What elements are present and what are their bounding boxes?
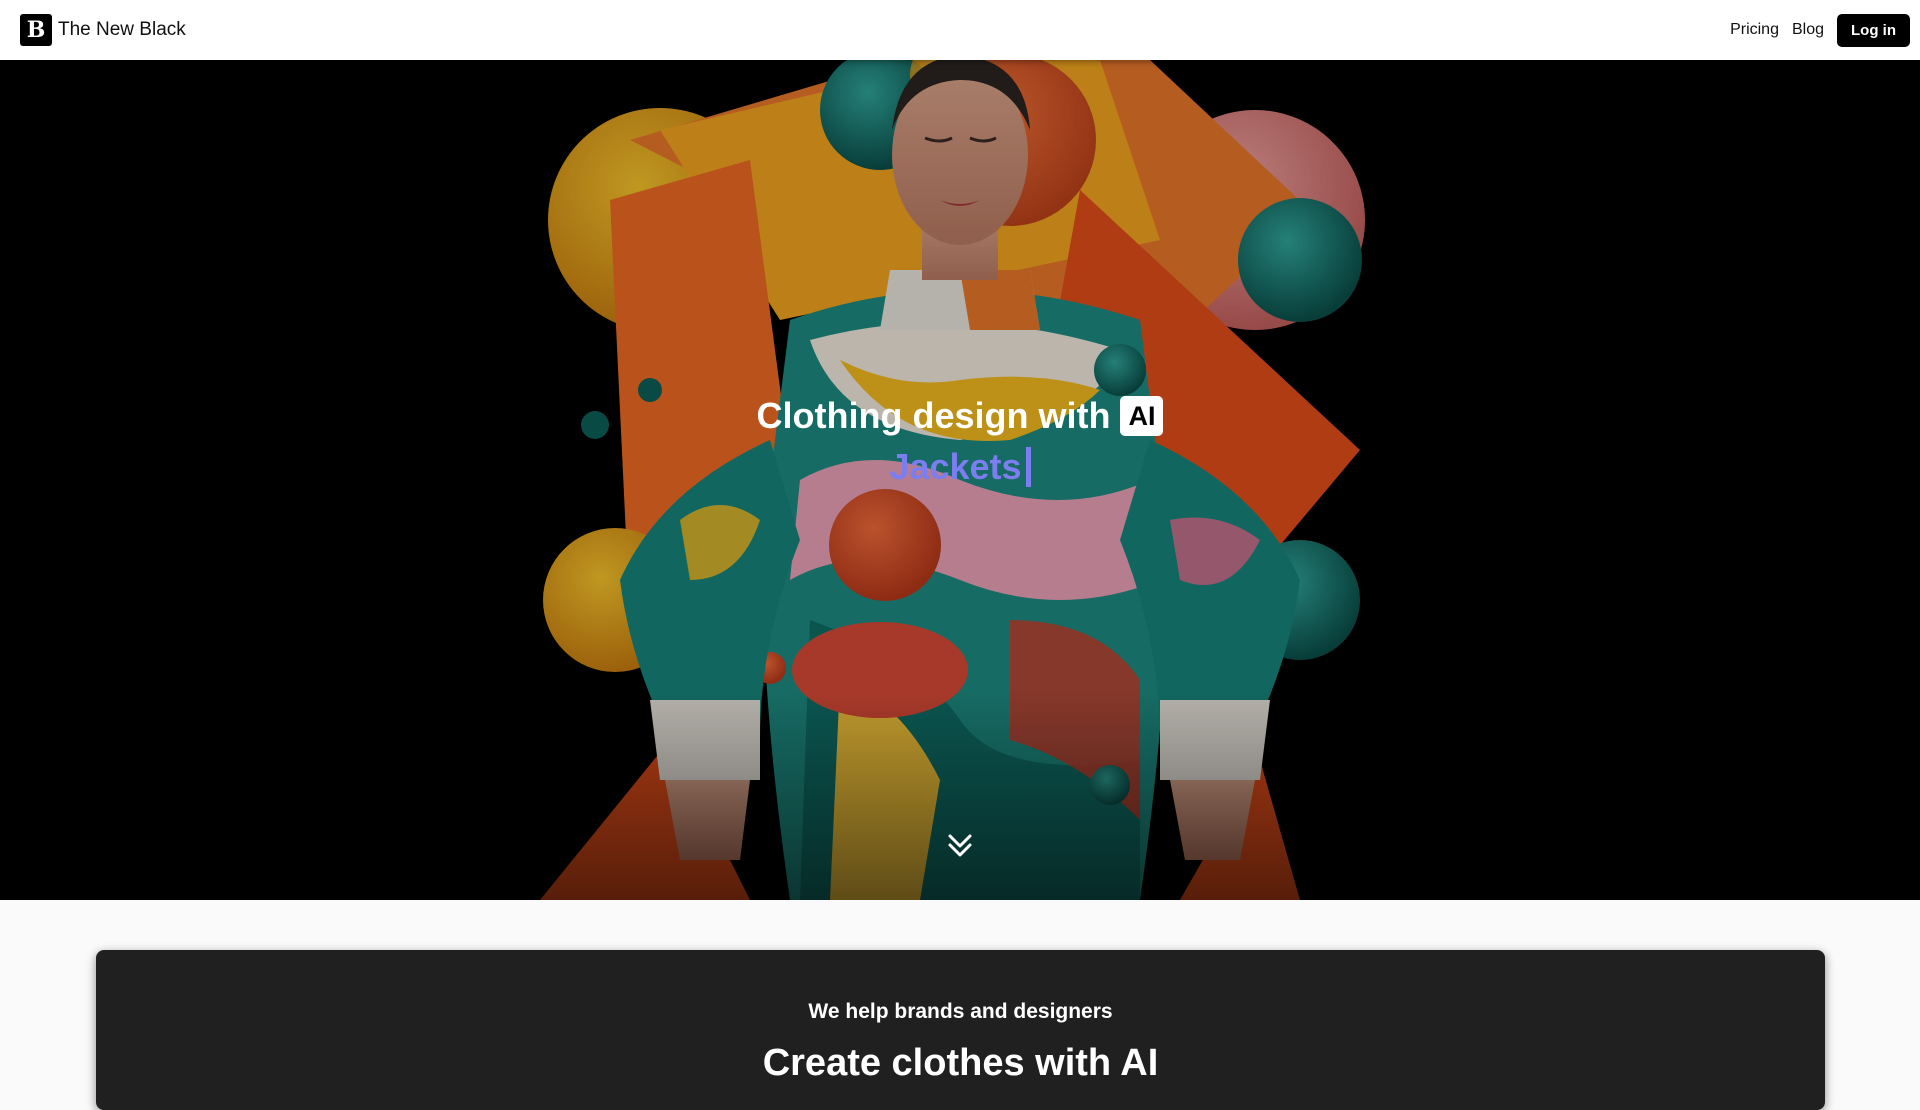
brand-name: The New Black — [58, 19, 186, 40]
double-chevron-down-icon[interactable] — [946, 832, 974, 860]
ai-badge: AI — [1120, 396, 1164, 436]
typing-cursor — [1025, 447, 1031, 487]
intro-card: We help brands and designers Create clot… — [96, 950, 1825, 1110]
login-button[interactable]: Log in — [1837, 13, 1910, 47]
hero-section: Clothing design with AI Jackets — [0, 60, 1920, 900]
nav-link-blog[interactable]: Blog — [1792, 21, 1824, 39]
intro-eyebrow: We help brands and designers — [808, 1000, 1113, 1023]
top-navbar: B The New Black Pricing Blog Log in — [0, 0, 1920, 60]
hero-typed-line: Jackets — [0, 446, 1920, 488]
nav-links: Pricing Blog Log in — [1730, 13, 1910, 47]
hero-title: Clothing design with AI — [0, 395, 1920, 437]
hero-typed-word: Jackets — [889, 446, 1022, 487]
brand-home-link[interactable]: B The New Black — [20, 14, 186, 46]
hero-title-text: Clothing design with — [756, 395, 1111, 436]
brand-logo-icon: B — [20, 14, 52, 46]
nav-link-pricing[interactable]: Pricing — [1730, 21, 1779, 39]
intro-heading: Create clothes with AI — [762, 1042, 1159, 1084]
